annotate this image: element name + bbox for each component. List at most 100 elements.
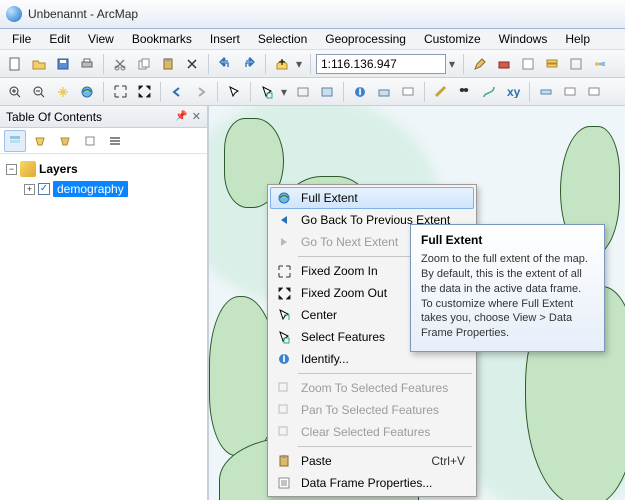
editor-toolbar-button[interactable] <box>469 53 491 75</box>
list-by-drawing-order-button[interactable] <box>4 130 26 152</box>
list-by-visibility-button[interactable] <box>54 130 76 152</box>
ctx-clear-selected: Clear Selected Features <box>270 421 474 443</box>
full-extent-button[interactable] <box>76 81 98 103</box>
paste-shortcut: Ctrl+V <box>431 454 465 468</box>
pan-button[interactable] <box>52 81 74 103</box>
measure-button[interactable] <box>430 81 452 103</box>
list-by-selection-button[interactable] <box>79 130 101 152</box>
cut-button[interactable] <box>109 53 131 75</box>
save-button[interactable] <box>52 53 74 75</box>
search-button[interactable] <box>565 53 587 75</box>
menu-view[interactable]: View <box>80 30 122 48</box>
clear-selection-button[interactable] <box>292 81 314 103</box>
ctx-zoom-to-selected: Zoom To Selected Features <box>270 377 474 399</box>
menu-windows[interactable]: Windows <box>491 30 556 48</box>
menubar: File Edit View Bookmarks Insert Selectio… <box>0 29 625 50</box>
layers-icon <box>20 161 36 177</box>
toc-tree: − Layers + ✓ demography <box>0 154 207 500</box>
layers-label: Layers <box>39 162 78 176</box>
toc-panel: Table Of Contents 📌 ✕ − Layers + ✓ demogr… <box>0 106 208 500</box>
clear-selected-icon <box>275 423 293 441</box>
select-features-icon <box>275 328 293 346</box>
window-title: Unbenannt - ArcMap <box>28 7 138 21</box>
redo-button[interactable] <box>238 53 260 75</box>
menu-file[interactable]: File <box>4 30 39 48</box>
layer-checkbox[interactable]: ✓ <box>38 183 50 195</box>
forward-extent-button[interactable] <box>190 81 212 103</box>
toc-title: Table Of Contents <box>6 110 102 124</box>
menu-help[interactable]: Help <box>557 30 598 48</box>
scale-value: 1:116.136.947 <box>321 57 397 71</box>
scale-input[interactable]: 1:116.136.947 <box>316 54 446 74</box>
tooltip-title: Full Extent <box>421 233 594 247</box>
model-button[interactable] <box>589 53 611 75</box>
ctx-full-extent[interactable]: Full Extent <box>270 187 474 209</box>
copy-button[interactable] <box>133 53 155 75</box>
list-by-source-button[interactable] <box>29 130 51 152</box>
paste-button[interactable] <box>157 53 179 75</box>
delete-button[interactable] <box>181 53 203 75</box>
zoom-in-button[interactable] <box>4 81 26 103</box>
menu-separator <box>298 446 472 447</box>
new-button[interactable] <box>4 53 26 75</box>
center-icon <box>275 306 293 324</box>
menu-insert[interactable]: Insert <box>202 30 248 48</box>
close-icon[interactable]: ✕ <box>192 110 201 123</box>
findroute-button[interactable] <box>478 81 500 103</box>
viewer2-button[interactable] <box>583 81 605 103</box>
ctx-pan-to-selected: Pan To Selected Features <box>270 399 474 421</box>
standard-toolbar: ▾ 1:116.136.947 ▾ <box>0 50 625 78</box>
zoom-selected-icon <box>275 379 293 397</box>
options-button[interactable] <box>104 130 126 152</box>
collapse-icon[interactable]: − <box>6 164 17 175</box>
hyperlink-button[interactable] <box>373 81 395 103</box>
menu-bookmarks[interactable]: Bookmarks <box>124 30 200 48</box>
select-features-dropdown[interactable]: ▾ <box>278 83 290 101</box>
expand-icon[interactable]: + <box>24 184 35 195</box>
menu-customize[interactable]: Customize <box>416 30 489 48</box>
scale-dropdown[interactable]: ▾ <box>446 55 458 73</box>
menu-separator <box>298 373 472 374</box>
find-button[interactable] <box>454 81 476 103</box>
window-titlebar: Unbenannt - ArcMap <box>0 0 625 29</box>
toolbox-button[interactable] <box>493 53 515 75</box>
arrow-right-icon <box>275 233 293 251</box>
catalog-button[interactable] <box>541 53 563 75</box>
print-button[interactable] <box>76 53 98 75</box>
globe-icon <box>275 189 293 207</box>
add-data-button[interactable] <box>271 53 293 75</box>
goto-xy-button[interactable]: xy <box>502 81 524 103</box>
menu-selection[interactable]: Selection <box>250 30 315 48</box>
properties-icon <box>275 474 293 492</box>
zoom-out-button[interactable] <box>28 81 50 103</box>
tooltip-body: Zoom to the full extent of the map. By d… <box>421 252 594 341</box>
tree-layer-row[interactable]: + ✓ demography <box>6 180 201 198</box>
layer-name: demography <box>53 181 128 197</box>
menu-edit[interactable]: Edit <box>41 30 78 48</box>
ctx-paste[interactable]: Paste Ctrl+V <box>270 450 474 472</box>
select-elements-button[interactable] <box>223 81 245 103</box>
fixed-zoom-out-button[interactable] <box>133 81 155 103</box>
html-popup-button[interactable] <box>397 81 419 103</box>
open-button[interactable] <box>28 53 50 75</box>
time-slider-button[interactable] <box>535 81 557 103</box>
identify-button[interactable]: i <box>349 81 371 103</box>
tree-layers-row[interactable]: − Layers <box>6 160 201 178</box>
add-data-dropdown[interactable]: ▾ <box>293 55 305 73</box>
info-icon: i <box>275 350 293 368</box>
pin-icon[interactable]: 📌 <box>175 111 187 122</box>
toc-header: Table Of Contents 📌 ✕ <box>0 106 207 128</box>
menu-geoprocessing[interactable]: Geoprocessing <box>317 30 414 48</box>
arrow-left-icon <box>275 211 293 229</box>
python-button[interactable] <box>517 53 539 75</box>
select-features-button[interactable] <box>256 81 278 103</box>
pan-selected-icon <box>275 401 293 419</box>
back-extent-button[interactable] <box>166 81 188 103</box>
undo-button[interactable] <box>214 53 236 75</box>
paste-icon <box>275 452 293 470</box>
select-by-attr-button[interactable] <box>316 81 338 103</box>
fixed-zoom-in-button[interactable] <box>109 81 131 103</box>
ctx-data-frame-properties[interactable]: Data Frame Properties... <box>270 472 474 494</box>
viewer-button[interactable] <box>559 81 581 103</box>
tools-toolbar: ▾ i xy <box>0 78 625 106</box>
